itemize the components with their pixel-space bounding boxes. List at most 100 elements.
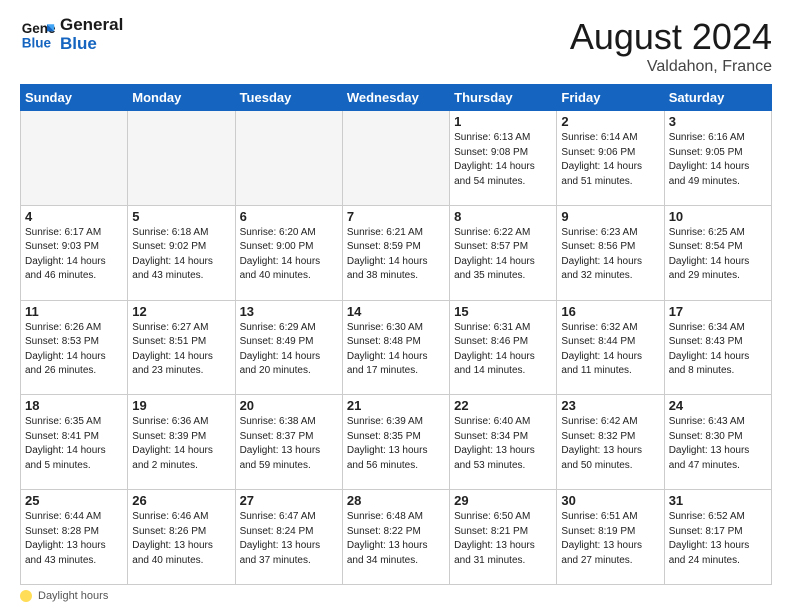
header: General Blue General Blue August 2024 Va… xyxy=(20,16,772,76)
day-info: Sunrise: 6:30 AM Sunset: 8:48 PM Dayligh… xyxy=(347,321,445,379)
day-number: 7 xyxy=(347,209,445,224)
daylight-icon xyxy=(20,590,32,602)
day-info: Sunrise: 6:46 AM Sunset: 8:26 PM Dayligh… xyxy=(132,510,230,568)
day-info: Sunrise: 6:25 AM Sunset: 8:54 PM Dayligh… xyxy=(669,226,767,284)
day-info: Sunrise: 6:48 AM Sunset: 8:22 PM Dayligh… xyxy=(347,510,445,568)
day-info: Sunrise: 6:29 AM Sunset: 8:49 PM Dayligh… xyxy=(240,321,338,379)
day-cell: 23 Sunrise: 6:42 AM Sunset: 8:32 PM Dayli… xyxy=(557,395,664,490)
day-info: Sunrise: 6:39 AM Sunset: 8:35 PM Dayligh… xyxy=(347,415,445,473)
day-number: 27 xyxy=(240,493,338,508)
week-row-3: 11 Sunrise: 6:26 AM Sunset: 8:53 PM Dayli… xyxy=(21,300,772,395)
day-info: Sunrise: 6:42 AM Sunset: 8:32 PM Dayligh… xyxy=(561,415,659,473)
day-info: Sunrise: 6:50 AM Sunset: 8:21 PM Dayligh… xyxy=(454,510,552,568)
month-title: August 2024 xyxy=(570,16,772,58)
day-cell: 25Sunrise: 6:44 AM Sunset: 8:28 PM Dayli… xyxy=(21,490,128,585)
day-number: 15 xyxy=(454,304,552,319)
day-cell: 1 Sunrise: 6:13 AM Sunset: 9:08 PM Daylig… xyxy=(450,111,557,206)
day-cell: 28 Sunrise: 6:48 AM Sunset: 8:22 PM Dayli… xyxy=(342,490,449,585)
day-cell: 21 Sunrise: 6:39 AM Sunset: 8:35 PM Dayli… xyxy=(342,395,449,490)
page: General Blue General Blue August 2024 Va… xyxy=(0,0,792,612)
footer: Daylight hours xyxy=(20,590,772,602)
day-cell: 29Sunrise: 6:50 AM Sunset: 8:21 PM Dayli… xyxy=(450,490,557,585)
day-info: Sunrise: 6:32 AM Sunset: 8:44 PM Dayligh… xyxy=(561,321,659,379)
day-number: 25 xyxy=(25,493,123,508)
col-header-saturday: Saturday xyxy=(664,85,771,111)
day-cell xyxy=(342,111,449,206)
day-info: Sunrise: 6:26 AM Sunset: 8:53 PM Dayligh… xyxy=(25,321,123,379)
day-info: Sunrise: 6:17 AM Sunset: 9:03 PM Dayligh… xyxy=(25,226,123,284)
day-info: Sunrise: 6:35 AM Sunset: 8:41 PM Dayligh… xyxy=(25,415,123,473)
day-number: 26 xyxy=(132,493,230,508)
week-row-5: 25Sunrise: 6:44 AM Sunset: 8:28 PM Dayli… xyxy=(21,490,772,585)
day-number: 21 xyxy=(347,398,445,413)
day-cell xyxy=(128,111,235,206)
day-cell: 11 Sunrise: 6:26 AM Sunset: 8:53 PM Dayli… xyxy=(21,300,128,395)
day-cell xyxy=(235,111,342,206)
day-number: 23 xyxy=(561,398,659,413)
day-info: Sunrise: 6:13 AM Sunset: 9:08 PM Dayligh… xyxy=(454,131,552,189)
day-info: Sunrise: 6:18 AM Sunset: 9:02 PM Dayligh… xyxy=(132,226,230,284)
logo-blue: Blue xyxy=(60,35,123,54)
day-cell: 18 Sunrise: 6:35 AM Sunset: 8:41 PM Dayli… xyxy=(21,395,128,490)
day-cell: 12 Sunrise: 6:27 AM Sunset: 8:51 PM Dayli… xyxy=(128,300,235,395)
day-number: 31 xyxy=(669,493,767,508)
week-row-4: 18 Sunrise: 6:35 AM Sunset: 8:41 PM Dayli… xyxy=(21,395,772,490)
day-info: Sunrise: 6:23 AM Sunset: 8:56 PM Dayligh… xyxy=(561,226,659,284)
day-info: Sunrise: 6:34 AM Sunset: 8:43 PM Dayligh… xyxy=(669,321,767,379)
day-info: Sunrise: 6:16 AM Sunset: 9:05 PM Dayligh… xyxy=(669,131,767,189)
day-number: 16 xyxy=(561,304,659,319)
day-cell: 27 Sunrise: 6:47 AM Sunset: 8:24 PM Dayli… xyxy=(235,490,342,585)
day-info: Sunrise: 6:36 AM Sunset: 8:39 PM Dayligh… xyxy=(132,415,230,473)
week-row-2: 4Sunrise: 6:17 AM Sunset: 9:03 PM Daylig… xyxy=(21,205,772,300)
day-number: 11 xyxy=(25,304,123,319)
day-cell: 22 Sunrise: 6:40 AM Sunset: 8:34 PM Dayli… xyxy=(450,395,557,490)
day-cell: 26 Sunrise: 6:46 AM Sunset: 8:26 PM Dayli… xyxy=(128,490,235,585)
day-cell: 15 Sunrise: 6:31 AM Sunset: 8:46 PM Dayli… xyxy=(450,300,557,395)
day-number: 8 xyxy=(454,209,552,224)
day-info: Sunrise: 6:20 AM Sunset: 9:00 PM Dayligh… xyxy=(240,226,338,284)
day-number: 24 xyxy=(669,398,767,413)
day-number: 30 xyxy=(561,493,659,508)
day-number: 1 xyxy=(454,114,552,129)
calendar-header-row: SundayMondayTuesdayWednesdayThursdayFrid… xyxy=(21,85,772,111)
day-info: Sunrise: 6:38 AM Sunset: 8:37 PM Dayligh… xyxy=(240,415,338,473)
day-info: Sunrise: 6:21 AM Sunset: 8:59 PM Dayligh… xyxy=(347,226,445,284)
logo: General Blue General Blue xyxy=(20,16,123,53)
day-info: Sunrise: 6:43 AM Sunset: 8:30 PM Dayligh… xyxy=(669,415,767,473)
day-info: Sunrise: 6:40 AM Sunset: 8:34 PM Dayligh… xyxy=(454,415,552,473)
col-header-tuesday: Tuesday xyxy=(235,85,342,111)
day-number: 14 xyxy=(347,304,445,319)
day-cell: 14 Sunrise: 6:30 AM Sunset: 8:48 PM Dayli… xyxy=(342,300,449,395)
logo-icon: General Blue xyxy=(20,17,56,53)
day-number: 2 xyxy=(561,114,659,129)
day-number: 19 xyxy=(132,398,230,413)
day-cell: 2 Sunrise: 6:14 AM Sunset: 9:06 PM Daylig… xyxy=(557,111,664,206)
day-cell: 8Sunrise: 6:22 AM Sunset: 8:57 PM Daylig… xyxy=(450,205,557,300)
day-cell: 31 Sunrise: 6:52 AM Sunset: 8:17 PM Dayli… xyxy=(664,490,771,585)
day-info: Sunrise: 6:51 AM Sunset: 8:19 PM Dayligh… xyxy=(561,510,659,568)
day-cell: 16 Sunrise: 6:32 AM Sunset: 8:44 PM Dayli… xyxy=(557,300,664,395)
day-cell: 20 Sunrise: 6:38 AM Sunset: 8:37 PM Dayli… xyxy=(235,395,342,490)
day-cell: 19 Sunrise: 6:36 AM Sunset: 8:39 PM Dayli… xyxy=(128,395,235,490)
day-number: 28 xyxy=(347,493,445,508)
day-info: Sunrise: 6:52 AM Sunset: 8:17 PM Dayligh… xyxy=(669,510,767,568)
day-number: 12 xyxy=(132,304,230,319)
day-number: 3 xyxy=(669,114,767,129)
day-info: Sunrise: 6:14 AM Sunset: 9:06 PM Dayligh… xyxy=(561,131,659,189)
col-header-monday: Monday xyxy=(128,85,235,111)
day-info: Sunrise: 6:47 AM Sunset: 8:24 PM Dayligh… xyxy=(240,510,338,568)
day-number: 17 xyxy=(669,304,767,319)
day-info: Sunrise: 6:31 AM Sunset: 8:46 PM Dayligh… xyxy=(454,321,552,379)
col-header-friday: Friday xyxy=(557,85,664,111)
week-row-1: 1 Sunrise: 6:13 AM Sunset: 9:08 PM Daylig… xyxy=(21,111,772,206)
day-number: 18 xyxy=(25,398,123,413)
col-header-sunday: Sunday xyxy=(21,85,128,111)
day-cell: 17 Sunrise: 6:34 AM Sunset: 8:43 PM Dayli… xyxy=(664,300,771,395)
title-block: August 2024 Valdahon, France xyxy=(570,16,772,76)
day-number: 22 xyxy=(454,398,552,413)
day-info: Sunrise: 6:27 AM Sunset: 8:51 PM Dayligh… xyxy=(132,321,230,379)
day-number: 20 xyxy=(240,398,338,413)
day-cell: 9Sunrise: 6:23 AM Sunset: 8:56 PM Daylig… xyxy=(557,205,664,300)
col-header-thursday: Thursday xyxy=(450,85,557,111)
location: Valdahon, France xyxy=(570,58,772,76)
